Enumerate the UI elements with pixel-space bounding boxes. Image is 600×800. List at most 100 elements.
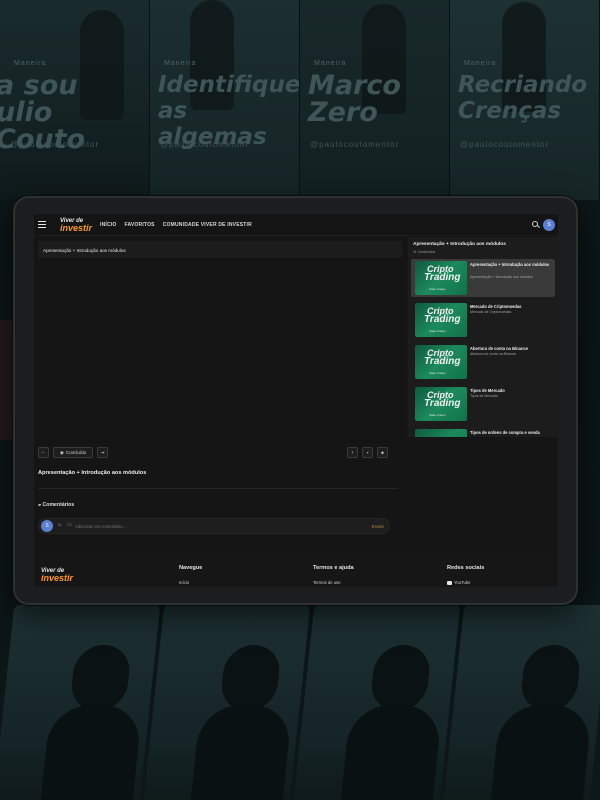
- playlist-count: 11 Conteúdos: [413, 250, 436, 254]
- menu-icon[interactable]: [38, 220, 48, 229]
- background-bottom-photos: [0, 605, 600, 800]
- photo-panel: [0, 605, 161, 800]
- playlist-item[interactable]: Cripto Trading Isaac Araujo Apresentação…: [411, 259, 555, 297]
- main-nav: INÍCIO FAVORITOS COMUNIDADE VIVER DE INV…: [100, 222, 252, 228]
- nav-link-comunidade[interactable]: COMUNIDADE VIVER DE INVESTIR: [163, 222, 252, 228]
- next-lesson-button[interactable]: ⇥: [97, 447, 108, 458]
- playlist-title: Apresentação + Introdução aos módulos: [413, 242, 506, 247]
- previous-lesson-button[interactable]: ⇤: [38, 447, 49, 458]
- nav-link-inicio[interactable]: INÍCIO: [100, 222, 116, 228]
- tablet-screen: Viver de investir INÍCIO FAVORITOS COMUN…: [34, 214, 558, 587]
- lesson-name: Tipos de Mercado: [470, 388, 505, 393]
- favorite-button[interactable]: ▪: [362, 447, 373, 458]
- lesson-name: Mercado de Criptomoedas: [470, 304, 522, 309]
- top-nav-bar: Viver de investir INÍCIO FAVORITOS COMUN…: [34, 214, 558, 236]
- playlist-item[interactable]: Cripto Trading Isaac Araujo Abertura de …: [411, 343, 555, 381]
- photo-head: [518, 645, 582, 711]
- poster: Maneira Marco Zero @paulocoutomentor: [300, 0, 450, 200]
- search-icon[interactable]: [532, 221, 538, 227]
- footer-logo-bottom: investir: [41, 573, 74, 583]
- photo-head: [368, 645, 432, 711]
- share-icon: ◈: [380, 449, 385, 455]
- poster-handle: @paulocoutomentor: [310, 140, 400, 149]
- video-title-bar: Apresentação + Introdução aos módulos: [38, 241, 402, 258]
- emoji-icon[interactable]: ☺: [57, 522, 62, 528]
- lesson-thumbnail: [415, 429, 467, 437]
- poster: Maneira Recriando Crenças @paulocoutomen…: [450, 0, 600, 200]
- poster-kicker: Maneira: [314, 60, 347, 67]
- comment-input[interactable]: [75, 524, 315, 529]
- footer-link-termos[interactable]: Termos de uso: [313, 580, 340, 585]
- playlist-item[interactable]: Cripto Trading Isaac Araujo Mercado de C…: [411, 301, 555, 339]
- share-button[interactable]: ◈: [377, 447, 388, 458]
- lesson-title: Apresentação + Introdução aos módulos: [38, 470, 147, 476]
- thumb-text-2: Trading: [424, 398, 461, 409]
- send-comment-button[interactable]: Enviar: [372, 524, 384, 529]
- attach-icon[interactable]: ▭: [67, 522, 72, 528]
- lesson-name: Tipos de ordens de compra e venda: [470, 430, 540, 435]
- photo-torso: [488, 705, 593, 800]
- footer-link-youtube[interactable]: YouTube: [447, 580, 470, 585]
- user-avatar[interactable]: S: [543, 219, 555, 231]
- poster-title: Recriando Crenças: [458, 72, 588, 124]
- poster-title: Identifique as algemas: [158, 72, 300, 150]
- photo-panel: [143, 605, 311, 800]
- check-circle-icon: ◉: [59, 449, 64, 455]
- background-glow: [0, 320, 14, 440]
- site-footer: Viver de investir Navegue Início Termos …: [34, 551, 558, 587]
- photo-torso: [338, 705, 443, 800]
- comment-icon: ▰: [38, 502, 42, 507]
- brand-logo[interactable]: Viver de investir: [60, 218, 93, 233]
- poster-handle: @paulocoutomentor: [10, 140, 100, 149]
- footer-link-inicio[interactable]: Início: [179, 580, 189, 585]
- commenter-avatar: S: [41, 520, 53, 532]
- lesson-thumbnail: Cripto Trading Isaac Araujo: [415, 261, 467, 295]
- photo-panel: [443, 605, 600, 800]
- youtube-label: YouTube: [454, 580, 471, 585]
- photo-head: [218, 645, 282, 711]
- youtube-icon: [447, 580, 452, 585]
- lesson-playlist: Apresentação + Introdução aos módulos 11…: [408, 237, 558, 437]
- thumb-author: Isaac Araujo: [429, 413, 446, 417]
- thumb-author: Isaac Araujo: [429, 371, 446, 375]
- photo-torso: [38, 705, 143, 800]
- thumb-author: Isaac Araujo: [429, 329, 446, 333]
- poster-handle: @paulocoutomentor: [460, 140, 550, 149]
- poster-kicker: Maneira: [14, 60, 47, 67]
- add-button[interactable]: +: [347, 447, 358, 458]
- mark-done-button[interactable]: ◉ Concluído: [53, 447, 93, 458]
- poster-handle: @paulocoutomentor: [160, 140, 250, 149]
- lesson-subtitle: Mercado de Criptomoedas: [470, 310, 512, 314]
- tablet-frame: Viver de investir INÍCIO FAVORITOS COMUN…: [13, 196, 578, 605]
- bookmark-icon: ▪: [366, 450, 369, 455]
- poster: Maneira a sou ulio Couto @paulocoutoment…: [0, 0, 150, 200]
- lesson-name: Apresentação + Introdução aos módulos: [470, 262, 550, 267]
- footer-heading-redes: Redes sociais: [447, 565, 485, 571]
- thumb-author: Isaac Araujo: [429, 287, 446, 291]
- player-controls: ⇤ ◉ Concluído ⇥ + ▪ ◈: [38, 447, 402, 459]
- footer-heading-navegue: Navegue: [179, 565, 203, 571]
- playlist-item[interactable]: Cripto Trading Isaac Araujo Tipos de Mer…: [411, 385, 555, 423]
- lesson-thumbnail: Cripto Trading Isaac Araujo: [415, 303, 467, 337]
- photo-head: [68, 645, 132, 711]
- poster-title: Marco Zero: [308, 70, 401, 128]
- thumb-text-2: Trading: [424, 272, 461, 283]
- video-player[interactable]: [38, 258, 402, 443]
- divider: [38, 488, 398, 489]
- lesson-subtitle: Abertura de conta na Binance: [470, 352, 517, 356]
- lesson-name: Abertura de conta na Binance: [470, 346, 529, 351]
- mark-done-label: Concluído: [65, 450, 87, 455]
- lesson-subtitle: Tipos de Mercado: [470, 394, 498, 398]
- poster-kicker: Maneira: [464, 60, 497, 67]
- logo-bottom-text: investir: [60, 222, 93, 233]
- lesson-subtitle: Apresentação + Introdução aos módulos: [470, 275, 533, 279]
- background-top-posters: Maneira a sou ulio Couto @paulocoutoment…: [0, 0, 600, 200]
- playlist-item[interactable]: Tipos de ordens de compra e venda: [411, 427, 555, 437]
- nav-link-favoritos[interactable]: FAVORITOS: [124, 222, 154, 228]
- footer-heading-termos: Termos e ajuda: [313, 565, 354, 571]
- comments-heading: ▰ Comentários: [38, 502, 74, 508]
- lesson-thumbnail: Cripto Trading Isaac Araujo: [415, 345, 467, 379]
- footer-logo[interactable]: Viver de investir: [41, 568, 74, 583]
- comment-composer: S ☺ ▭ Enviar: [38, 518, 390, 534]
- lesson-thumbnail: Cripto Trading Isaac Araujo: [415, 387, 467, 421]
